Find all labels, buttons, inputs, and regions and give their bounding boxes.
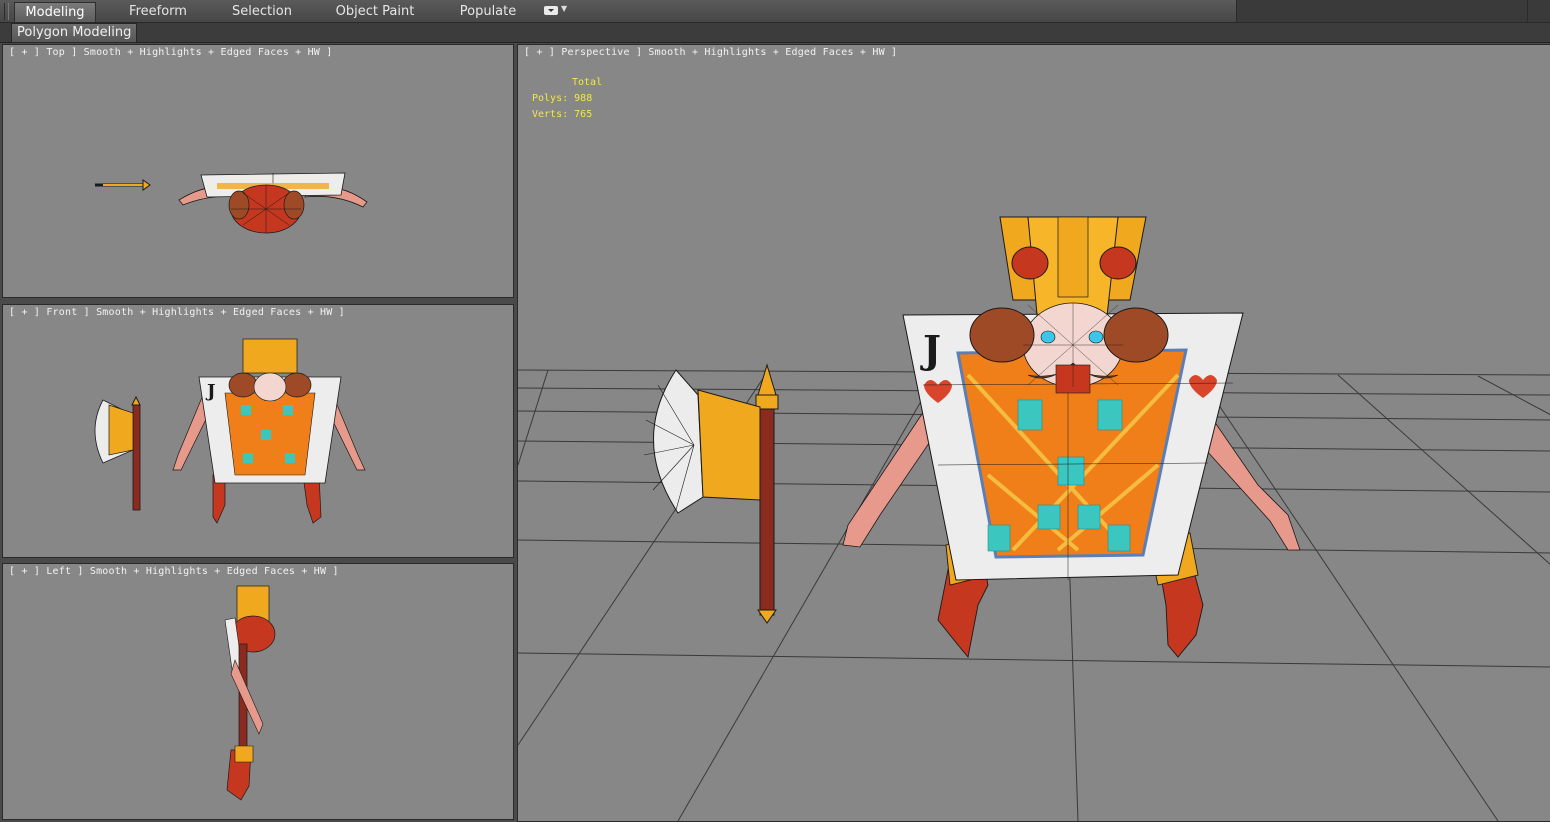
tab-object-paint[interactable]: Object Paint bbox=[330, 2, 420, 21]
tab-populate[interactable]: Populate bbox=[448, 2, 528, 21]
tab-selection[interactable]: Selection bbox=[222, 2, 302, 21]
ribbon-options-icon[interactable] bbox=[544, 6, 558, 15]
viewport-front[interactable]: [ + ] Front ] Smooth + Highlights + Edge… bbox=[2, 304, 514, 558]
polygon-modeling-panel-button[interactable]: Polygon Modeling bbox=[11, 23, 138, 43]
tab-modeling[interactable]: Modeling bbox=[14, 2, 96, 22]
viewport-perspective[interactable]: [ + ] Perspective ] Smooth + Highlights … bbox=[517, 44, 1550, 822]
ribbon-tabs-bar: Modeling Freeform Selection Object Paint… bbox=[0, 0, 1550, 23]
left-view-model bbox=[224, 585, 276, 801]
ribbon-grip-handle[interactable] bbox=[4, 3, 9, 20]
ribbon-empty-area bbox=[1236, 0, 1550, 22]
top-view-model bbox=[95, 172, 368, 234]
axe-model bbox=[643, 363, 779, 624]
ribbon-panel-bar: Polygon Modeling bbox=[0, 23, 1550, 43]
front-card-letter: J bbox=[205, 381, 216, 402]
viewport-top[interactable]: [ + ] Top ] Smooth + Highlights + Edged … bbox=[2, 44, 514, 298]
front-view-model: J bbox=[94, 338, 366, 524]
chevron-down-icon[interactable]: ▼ bbox=[561, 4, 567, 13]
viewport-left[interactable]: [ + ] Left ] Smooth + Highlights + Edged… bbox=[2, 563, 514, 820]
arm-left bbox=[842, 404, 939, 548]
perspective-card-letter: J bbox=[920, 327, 941, 372]
tab-freeform[interactable]: Freeform bbox=[118, 2, 198, 21]
perspective-scene: J bbox=[518, 216, 1550, 821]
